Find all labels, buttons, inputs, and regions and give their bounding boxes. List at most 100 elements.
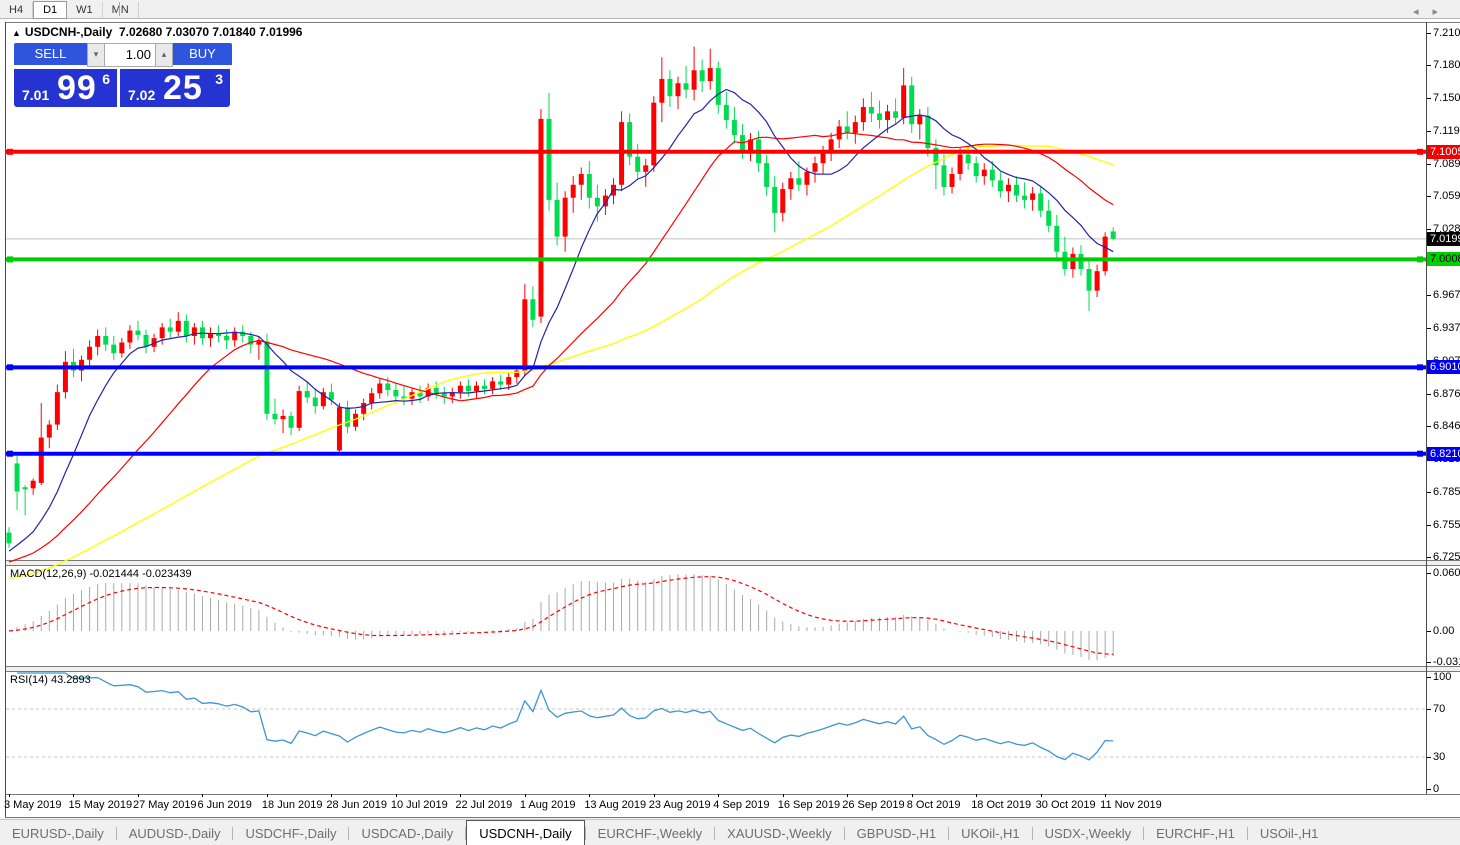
date-tick — [267, 794, 268, 797]
date-tick — [396, 794, 397, 797]
chart-title: ▲ USDCNH-,Daily 7.02680 7.03070 7.01840 7… — [12, 25, 302, 39]
price-tick-label: 6.96750 — [1433, 289, 1460, 301]
price-tick-label: 7.18080 — [1433, 59, 1460, 71]
price-tick-label: 7.11960 — [1433, 125, 1460, 137]
date-tick — [783, 794, 784, 797]
date-tick — [912, 794, 913, 797]
date-tick-label: 8 Oct 2019 — [907, 799, 961, 811]
date-tick-label: 26 Sep 2019 — [842, 799, 904, 811]
axis-tick — [1427, 789, 1431, 790]
date-tick-label: 15 May 2019 — [68, 799, 132, 811]
axis-tick — [1427, 631, 1431, 632]
date-tick-label: 1 Aug 2019 — [520, 799, 576, 811]
hline-price-badge: 7.10051 — [1427, 145, 1460, 159]
rsi-tick-label: 0 — [1433, 783, 1460, 795]
macd-tick-label: 0.060273 — [1433, 567, 1460, 579]
chart-tab-usdx-weekly[interactable]: USDX-,Weekly — [1033, 821, 1143, 845]
one-click-trading-widget: SELL ▾ 1.00 ▴ BUY 7.01 99 6 7.02 25 3 — [14, 43, 232, 107]
timeframe-button-d1[interactable]: D1 — [33, 1, 67, 19]
sell-price-big: 99 — [57, 69, 97, 108]
axis-tick — [1427, 525, 1431, 526]
axis-tick — [1427, 557, 1431, 558]
volume-increase-icon[interactable]: ▴ — [155, 44, 173, 66]
volume-input[interactable]: 1.00 — [105, 44, 155, 66]
ohlc-readout: 7.02680 7.03070 7.01840 7.01996 — [119, 25, 303, 39]
axis-tick — [1427, 295, 1431, 296]
date-tick-label: 10 Jul 2019 — [391, 799, 448, 811]
sell-price-prefix: 7.01 — [22, 87, 49, 103]
axis-tick — [1427, 394, 1431, 395]
chart-tab-usdchf-daily[interactable]: USDCHF-,Daily — [233, 821, 348, 845]
sell-price-sup: 6 — [102, 71, 110, 87]
axis-tick — [1427, 757, 1431, 758]
macd-indicator-label: MACD(12,26,9) -0.021444 -0.023439 — [10, 568, 192, 580]
axis-tick — [1427, 33, 1431, 34]
chart-tab-gbpusd-h1[interactable]: GBPUSD-,H1 — [845, 821, 948, 845]
axis-tick — [1427, 709, 1431, 710]
chart-tab-ukoil-h1[interactable]: UKOil-,H1 — [949, 821, 1032, 845]
sell-button[interactable]: SELL — [14, 43, 87, 65]
macd-tick-label: 0.00 — [1433, 625, 1460, 637]
date-tick — [1105, 794, 1106, 797]
timeframe-button-mn[interactable]: MN — [103, 2, 139, 18]
date-tick-label: 3 May 2019 — [4, 799, 61, 811]
buy-price-prefix: 7.02 — [128, 87, 155, 103]
axis-tick — [1427, 196, 1431, 197]
date-tick-label: 13 Aug 2019 — [584, 799, 646, 811]
date-tick — [589, 794, 590, 797]
axis-tick — [1427, 164, 1431, 165]
date-tick — [525, 794, 526, 797]
collapse-arrow-icon[interactable]: ▲ — [12, 28, 21, 38]
buy-price-box[interactable]: 7.02 25 3 — [120, 69, 230, 107]
chart-tab-eurusd-daily[interactable]: EURUSD-,Daily — [0, 821, 116, 845]
chart-tab-xauusd-weekly[interactable]: XAUUSD-,Weekly — [715, 821, 844, 845]
timeframe-button-h4[interactable]: H4 — [0, 2, 33, 18]
axis-tick — [1427, 98, 1431, 99]
date-tick-label: 6 Jun 2019 — [197, 799, 251, 811]
date-tick-label: 18 Oct 2019 — [971, 799, 1031, 811]
date-tick — [847, 794, 848, 797]
chart-tab-bar: EURUSD-,DailyAUDUSD-,DailyUSDCHF-,DailyU… — [0, 819, 1460, 845]
price-tick-label: 6.84690 — [1433, 420, 1460, 432]
date-tick-label: 28 Jun 2019 — [326, 799, 387, 811]
sell-price-box[interactable]: 7.01 99 6 — [14, 69, 117, 107]
date-tick-label: 30 Oct 2019 — [1036, 799, 1096, 811]
chart-tab-usdcad-daily[interactable]: USDCAD-,Daily — [349, 821, 465, 845]
chart-tab-eurchf-h1[interactable]: EURCHF-,H1 — [1144, 821, 1247, 845]
price-tick-label: 6.93780 — [1433, 322, 1460, 334]
chart-tab-usdcnh-daily[interactable]: USDCNH-,Daily — [466, 820, 584, 845]
chart-tab-audusd-daily[interactable]: AUDUSD-,Daily — [117, 821, 233, 845]
date-tick — [460, 794, 461, 797]
date-tick — [976, 794, 977, 797]
rsi-tick-label: 70 — [1433, 703, 1460, 715]
date-tick — [718, 794, 719, 797]
axis-tick — [1427, 65, 1431, 66]
date-tick-label: 18 Jun 2019 — [262, 799, 323, 811]
buy-price-big: 25 — [163, 69, 203, 108]
volume-decrease-icon[interactable]: ▾ — [87, 44, 105, 66]
macd-tick-label: -0.031725 — [1433, 656, 1460, 668]
timeframe-toolbar: H4D1W1MN — [0, 0, 1460, 19]
date-tick — [202, 794, 203, 797]
price-tick-label: 7.08900 — [1433, 158, 1460, 170]
price-tick-label: 6.87660 — [1433, 388, 1460, 400]
buy-price-sup: 3 — [215, 71, 223, 87]
buy-button[interactable]: BUY — [173, 43, 232, 65]
price-tick-label: 7.21050 — [1433, 27, 1460, 39]
trading-platform-window: H4D1W1MN ▲ USDCNH-,Daily 7.02680 7.03070 … — [0, 0, 1460, 845]
chart-tab-eurchf-weekly[interactable]: EURCHF-,Weekly — [586, 821, 715, 845]
symbol-title: USDCNH-,Daily — [25, 25, 112, 39]
price-tick-label: 6.78570 — [1433, 486, 1460, 498]
rsi-tick-label: 30 — [1433, 751, 1460, 763]
toolbar-separator — [119, 2, 120, 16]
timeframe-button-w1[interactable]: W1 — [67, 2, 103, 18]
chart-tab-usoil-h1[interactable]: USOil-,H1 — [1248, 821, 1331, 845]
rsi-tick-label: 100 — [1433, 671, 1460, 683]
chart-window — [0, 19, 1460, 818]
date-tick-label: 4 Sep 2019 — [713, 799, 769, 811]
axis-tick — [1427, 229, 1431, 230]
date-tick — [138, 794, 139, 797]
axis-tick — [1427, 426, 1431, 427]
axis-tick — [1427, 573, 1431, 574]
tab-scroll-arrows[interactable]: ◂▸ — [1413, 5, 1452, 18]
